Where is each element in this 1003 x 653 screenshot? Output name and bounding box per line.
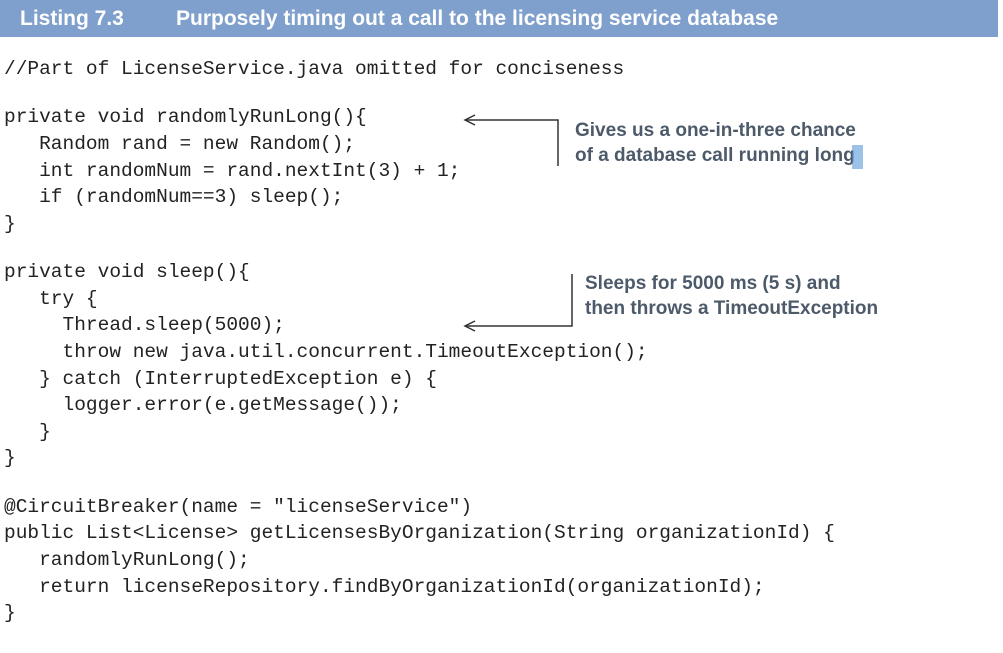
annotation-one-in-three: Gives us a one-in-three chance of a data…	[575, 118, 856, 168]
code-line: Random rand = new Random();	[4, 133, 356, 155]
code-line: return licenseRepository.findByOrganizat…	[4, 576, 765, 598]
code-line: private void randomlyRunLong(){	[4, 106, 367, 128]
code-line: logger.error(e.getMessage());	[4, 394, 402, 416]
code-line: try {	[4, 288, 98, 310]
code-line: }	[4, 421, 51, 443]
code-line: }	[4, 447, 16, 469]
code-line: //Part of LicenseService.java omitted fo…	[4, 58, 625, 80]
listing-title: Purposely timing out a call to the licen…	[176, 7, 779, 30]
annotation-line: Sleeps for 5000 ms (5 s) and	[585, 273, 841, 294]
code-line: @CircuitBreaker(name = "licenseService")	[4, 496, 473, 518]
annotation-line: of a database call running long	[575, 145, 855, 166]
annotation-line: Gives us a one-in-three chance	[575, 120, 856, 141]
code-line: } catch (InterruptedException e) {	[4, 368, 437, 390]
code-line: Thread.sleep(5000);	[4, 314, 285, 336]
code-line: randomlyRunLong();	[4, 549, 250, 571]
code-line: }	[4, 213, 16, 235]
code-line: throw new java.util.concurrent.TimeoutEx…	[4, 341, 648, 363]
code-line: if (randomNum==3) sleep();	[4, 186, 344, 208]
annotation-sleeps: Sleeps for 5000 ms (5 s) and then throws…	[585, 271, 878, 321]
annotation-line: then throws a TimeoutException	[585, 298, 879, 319]
code-line: public List<License> getLicensesByOrgani…	[4, 522, 835, 544]
listing-header: Listing 7.3 Purposely timing out a call …	[0, 0, 998, 37]
code-line: int randomNum = rand.nextInt(3) + 1;	[4, 160, 461, 182]
code-line: private void sleep(){	[4, 261, 250, 283]
code-line: }	[4, 602, 16, 624]
listing-number: Listing 7.3	[20, 7, 124, 30]
callout-connector-2	[463, 274, 573, 332]
callout-connector-1	[463, 114, 559, 166]
text-cursor-highlight	[852, 145, 863, 169]
